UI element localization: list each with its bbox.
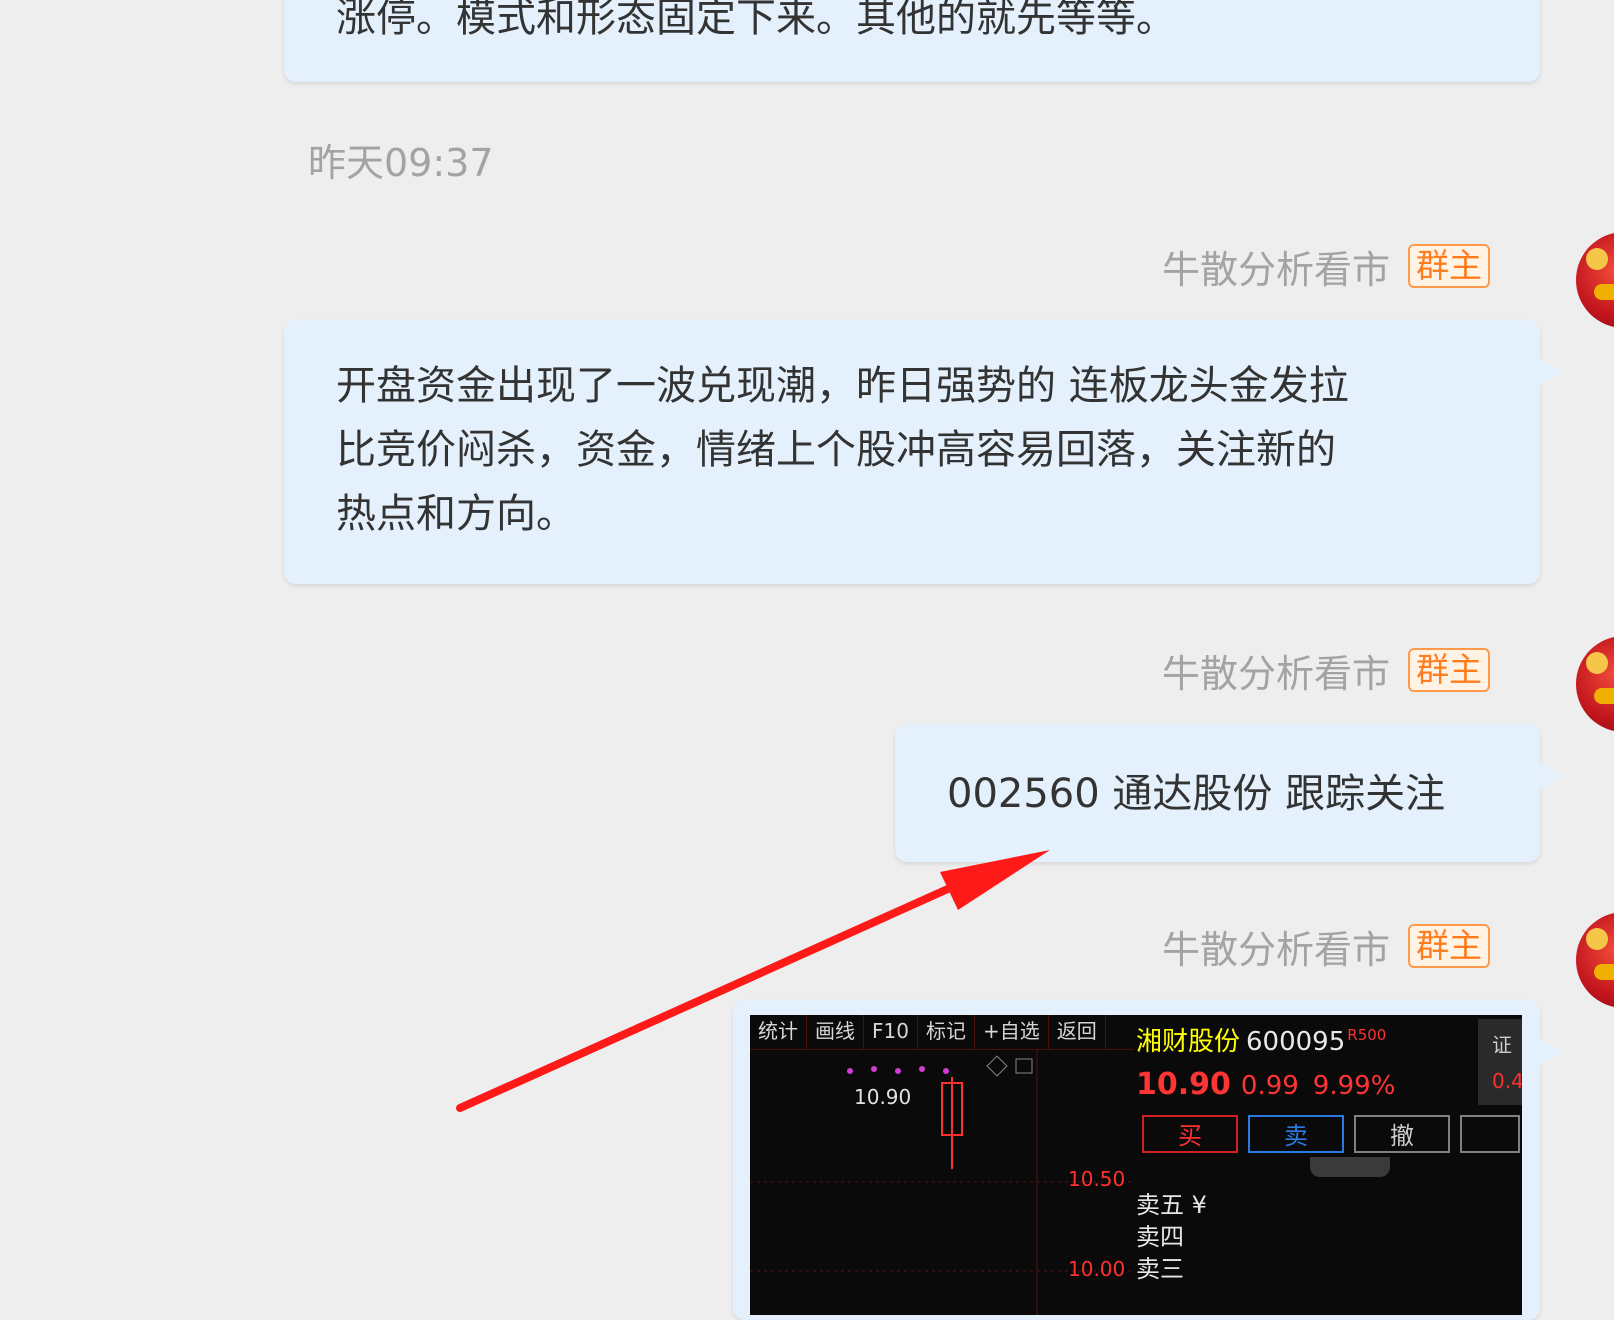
marker-dot: [871, 1066, 877, 1072]
role-badge: 群主: [1408, 648, 1490, 692]
axis-label: 10.50: [1068, 1167, 1126, 1191]
sender-avatar[interactable]: [1576, 636, 1614, 732]
message-text: 002560 通达股份 跟踪关注: [947, 771, 1446, 817]
sender-row: 牛散分析看市 群主: [1162, 242, 1490, 292]
toolbar-mark: 标记: [918, 1015, 975, 1049]
marker-dot: [895, 1068, 901, 1074]
sender-row: 牛散分析看市 群主: [1162, 646, 1490, 696]
stock-code: 600095: [1246, 1027, 1346, 1057]
message-bubble[interactable]: 开盘资金出现了一波兑现潮，昨日强势的 连板龙头金发拉 比竞价闷杀，资金，情绪上个…: [284, 320, 1540, 584]
stock-change: 0.99: [1240, 1071, 1299, 1101]
chart-price-label: 10.90: [854, 1085, 912, 1109]
sell-level: 卖三: [1136, 1255, 1184, 1283]
message-bubble[interactable]: 002560 通达股份 跟踪关注: [895, 724, 1540, 862]
side-panel-label: 证: [1492, 1033, 1512, 1057]
stock-tag: R500: [1347, 1026, 1387, 1045]
toolbar-draw: 画线: [807, 1015, 864, 1049]
message-text: 涨停。模式和形态固定下来。其他的就先等等。: [336, 0, 1176, 41]
bubble-tail: [1538, 1038, 1564, 1066]
sender-avatar[interactable]: [1576, 912, 1614, 1008]
sender-row: 牛散分析看市 群主: [1162, 922, 1490, 972]
sender-name[interactable]: 牛散分析看市: [1162, 919, 1390, 974]
collapse-handle: [1310, 1157, 1390, 1177]
toolbar-add-watchlist: +自选: [975, 1015, 1049, 1049]
stock-quote: 10.90 0.99 9.99%: [1136, 1067, 1395, 1102]
bubble-tail: [1538, 762, 1564, 790]
window-icon: [1015, 1058, 1033, 1074]
marker-dot: [847, 1068, 853, 1074]
message-line: 热点和方向。: [336, 491, 576, 537]
stock-change-pct: 9.99%: [1312, 1071, 1396, 1101]
toolbar-stats: 统计: [750, 1015, 807, 1049]
toolbar-back: 返回: [1049, 1015, 1106, 1049]
stock-price: 10.90: [1136, 1067, 1231, 1102]
sender-avatar[interactable]: [1576, 232, 1614, 328]
marker-dot: [919, 1066, 925, 1072]
side-panel: 证 0.4: [1478, 1019, 1522, 1105]
stock-title: 湘财股份 600095 R500: [1136, 1021, 1386, 1058]
role-badge: 群主: [1408, 244, 1490, 288]
message-line: 比竞价闷杀，资金，情绪上个股冲高容易回落，关注新的: [336, 427, 1336, 473]
more-button: [1460, 1115, 1520, 1153]
diamond-icon: [986, 1055, 1008, 1077]
toolbar-f10: F10: [864, 1015, 918, 1049]
role-badge: 群主: [1408, 924, 1490, 968]
marker-dot: [943, 1068, 949, 1074]
sell-level: 卖四: [1136, 1223, 1184, 1251]
stock-toolbar: 统计 画线 F10 标记 +自选 返回: [750, 1015, 1134, 1050]
stock-screenshot-image[interactable]: 统计 画线 F10 标记 +自选 返回 10.90 10.50 10.00 湘财…: [750, 1015, 1522, 1315]
axis-label: 10.00: [1068, 1257, 1126, 1281]
sell-level: 卖五 ¥: [1136, 1191, 1207, 1219]
bubble-tail: [1538, 358, 1564, 386]
sender-name[interactable]: 牛散分析看市: [1162, 239, 1390, 294]
message-bubble-previous: 涨停。模式和形态固定下来。其他的就先等等。: [284, 0, 1540, 82]
message-timestamp: 昨天09:37: [308, 141, 494, 185]
cancel-order-button: 撤: [1354, 1115, 1450, 1153]
sell-button: 卖: [1248, 1115, 1344, 1153]
message-line: 开盘资金出现了一波兑现潮，昨日强势的 连板龙头金发拉: [336, 363, 1349, 409]
stock-name: 湘财股份: [1136, 1027, 1241, 1057]
buy-button: 买: [1142, 1115, 1238, 1153]
sender-name[interactable]: 牛散分析看市: [1162, 643, 1390, 698]
side-panel-value: 0.4: [1492, 1069, 1522, 1093]
